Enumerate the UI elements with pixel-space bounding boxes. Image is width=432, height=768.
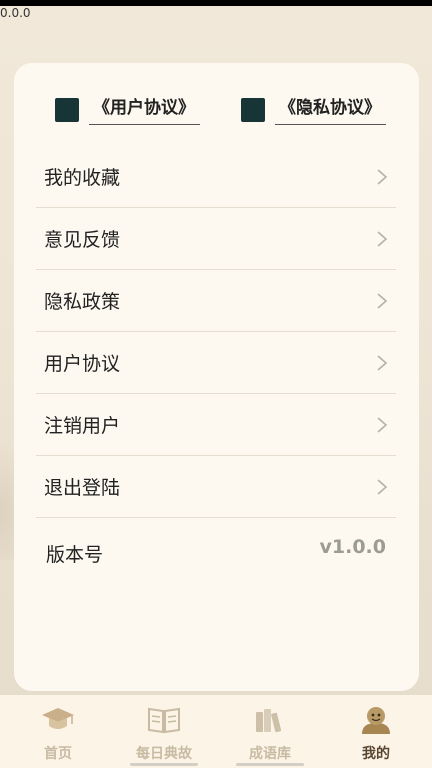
user-agreement-checkbox[interactable] xyxy=(55,98,79,122)
menu-item-label: 隐私政策 xyxy=(44,291,121,313)
version-value: v1.0.0 xyxy=(319,536,386,558)
version-label: 版本号 xyxy=(46,543,104,566)
chevron-right-icon xyxy=(377,479,388,495)
bottom-tab-bar: 首页 每日典故 成语库 我的 xyxy=(0,695,432,768)
menu-item-delete-account[interactable]: 注销用户 xyxy=(36,394,396,456)
tab-daily-stories[interactable]: 每日典故 xyxy=(110,695,218,768)
tab-mine[interactable]: 我的 xyxy=(322,695,430,768)
settings-menu: 我的收藏 意见反馈 隐私政策 用户协议 注销用户 退出登陆 版本号 v1.0.0 xyxy=(36,146,396,584)
chevron-right-icon xyxy=(377,231,388,247)
tab-label: 我的 xyxy=(362,746,390,762)
chevron-right-icon xyxy=(377,293,388,309)
menu-item-label: 意见反馈 xyxy=(44,229,121,251)
menu-item-label: 我的收藏 xyxy=(44,167,121,189)
menu-item-privacy-policy[interactable]: 隐私政策 xyxy=(36,270,396,332)
chevron-right-icon xyxy=(377,169,388,185)
version-row: 版本号 v1.0.0 xyxy=(36,518,396,584)
open-book-icon xyxy=(148,707,180,734)
menu-item-logout[interactable]: 退出登陆 xyxy=(36,456,396,518)
privacy-agreement-option[interactable]: 《隐私协议》 xyxy=(241,93,386,127)
privacy-agreement-checkbox[interactable] xyxy=(241,98,265,122)
menu-item-favorites[interactable]: 我的收藏 xyxy=(36,146,396,208)
user-agreement-option[interactable]: 《用户协议》 xyxy=(55,93,200,127)
graduation-cap-icon xyxy=(42,708,74,729)
bookshelf-icon xyxy=(256,709,282,733)
menu-item-feedback[interactable]: 意见反馈 xyxy=(36,208,396,270)
chevron-right-icon xyxy=(377,355,388,371)
status-bar xyxy=(0,0,432,6)
privacy-agreement-link[interactable]: 《隐私协议》 xyxy=(275,96,386,125)
agreement-row: 《用户协议》 《隐私协议》 xyxy=(14,93,419,133)
profile-card: 《用户协议》 《隐私协议》 我的收藏 意见反馈 隐私政策 用户协议 注销用户 退… xyxy=(14,63,419,691)
tab-label: 首页 xyxy=(44,746,72,762)
tab-home[interactable]: 首页 xyxy=(4,695,112,768)
version-corner-text: 0.0.0 xyxy=(0,6,31,20)
tab-idiom-library[interactable]: 成语库 xyxy=(216,695,324,768)
user-icon xyxy=(362,707,390,734)
tab-indicator xyxy=(130,763,198,766)
chevron-right-icon xyxy=(377,417,388,433)
tab-label: 成语库 xyxy=(249,746,291,762)
tab-indicator xyxy=(236,763,304,766)
menu-item-user-agreement[interactable]: 用户协议 xyxy=(36,332,396,394)
menu-item-label: 退出登陆 xyxy=(44,477,121,499)
menu-item-label: 用户协议 xyxy=(44,353,121,375)
user-agreement-link[interactable]: 《用户协议》 xyxy=(89,96,200,125)
tab-label: 每日典故 xyxy=(136,746,192,762)
menu-item-label: 注销用户 xyxy=(44,415,121,437)
